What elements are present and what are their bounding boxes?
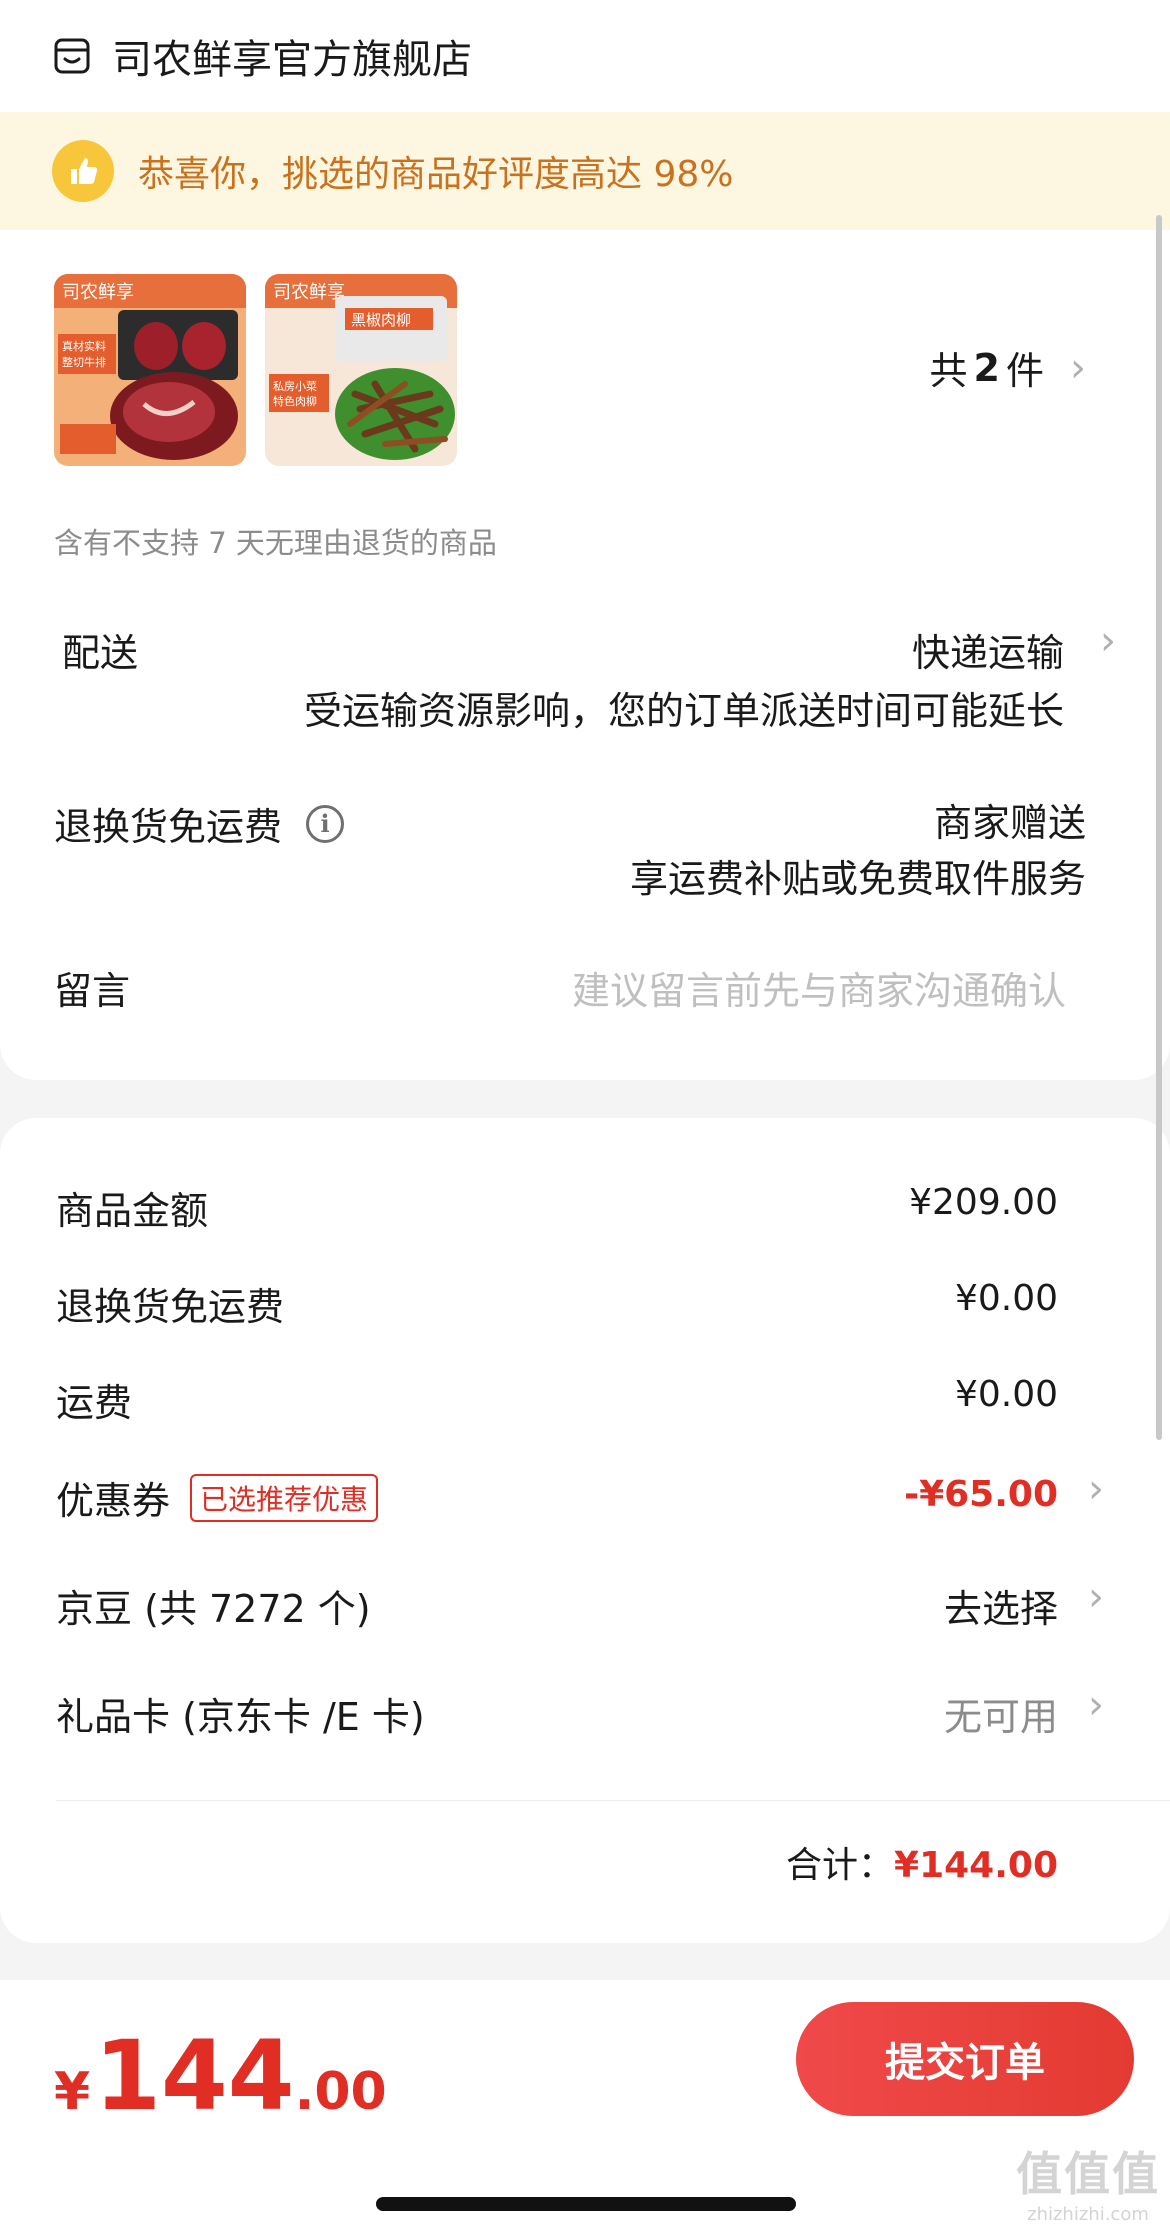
divider <box>56 1800 1170 1801</box>
pay-amount-int: 144 <box>94 2020 295 2132</box>
steak-tag-line1: 真材实料 <box>62 339 106 353</box>
gift-card-value[interactable]: 无可用 <box>944 1686 1058 1741</box>
total-value: ¥144.00 <box>894 1845 1058 1886</box>
store-name: 司农鲜享官方旗舰店 <box>112 37 472 83</box>
steak-brand-text: 司农鲜享 <box>62 282 134 302</box>
thumbs-up-icon <box>52 140 114 202</box>
message-input[interactable]: 建议留言前先与商家沟通确认 <box>572 960 1066 1015</box>
pork-brand-text: 司农鲜享 <box>273 282 345 302</box>
pay-currency: ¥ <box>54 2062 91 2122</box>
delivery-notice: 受运输资源影响，您的订单派送时间可能延长 <box>303 689 1064 733</box>
pork-title-text: 黑椒肉柳 <box>351 312 411 329</box>
chevron-right-icon: › <box>1070 344 1086 391</box>
chevron-right-icon[interactable]: › <box>1088 1682 1104 1728</box>
info-icon[interactable]: i <box>306 804 345 843</box>
coupon-value[interactable]: -¥65.00 <box>904 1474 1058 1515</box>
submit-order-button[interactable]: 提交订单 <box>796 2002 1134 2116</box>
price-summary-card: 商品金额 ¥209.00 退换货免运费 ¥0.00 运费 ¥0.00 优惠券 已… <box>0 1118 1170 1943</box>
shipping-fee-label: 运费 <box>56 1381 133 1425</box>
item-count-row[interactable]: 共 2 件 › <box>930 340 1086 395</box>
goods-amount-value: ¥209.00 <box>909 1182 1058 1223</box>
pork-tag-line1: 私房小菜 <box>273 380 317 393</box>
store-header[interactable]: 司农鲜享官方旗舰店 <box>0 0 1170 112</box>
shipping-fee-value: ¥0.00 <box>954 1374 1058 1415</box>
rating-banner: 恭喜你，挑选的商品好评度高达 98% <box>0 112 1170 230</box>
watermark-bottom: zhizhizhi.com <box>1027 2204 1149 2225</box>
steak-product-image[interactable]: 司农鲜享 真材实料 整切牛排 <box>54 274 246 466</box>
watermark-top: 值值值 <box>1016 2147 1160 2201</box>
pay-amount: ¥ 144 .00 <box>54 2020 387 2132</box>
jingdou-select[interactable]: 去选择 <box>944 1578 1058 1633</box>
rating-text: 恭喜你，挑选的商品好评度高达 98% <box>138 154 734 195</box>
coupon-label: 优惠券 <box>56 1479 171 1523</box>
delivery-method[interactable]: 快递运输 <box>912 622 1064 677</box>
return-fee-label: 退换货免运费 <box>56 1285 285 1329</box>
count-prefix: 共 <box>929 349 968 393</box>
total-row: 合计：¥144.00 <box>786 1836 1058 1888</box>
goods-amount-label: 商品金额 <box>56 1189 209 1233</box>
return-shipping-detail: 享运费补贴或免费取件服务 <box>629 857 1086 901</box>
pay-amount-dec: .00 <box>294 2062 387 2122</box>
chevron-right-icon[interactable]: › <box>1088 1574 1104 1620</box>
home-indicator[interactable] <box>376 2197 796 2211</box>
coupon-tag: 已选推荐优惠 <box>190 1473 379 1522</box>
watermark: 值值值 zhizhizhi.com <box>1016 2138 1160 2225</box>
pork-strips-product-image[interactable]: 司农鲜享 黑椒肉柳 私房小菜 特色肉柳 <box>265 274 457 466</box>
checkout-footer: ¥ 144 .00 提交订单 <box>0 1980 1170 2233</box>
coupon-row[interactable]: 优惠券 已选推荐优惠 <box>56 1470 379 1525</box>
message-label: 留言 <box>54 969 131 1013</box>
count-suffix: 件 <box>1005 349 1044 393</box>
item-count: 2 <box>973 345 1000 390</box>
return-fee-value: ¥0.00 <box>954 1278 1058 1319</box>
return-shipping-value: 商家赠送 <box>933 801 1086 845</box>
store-icon <box>52 36 92 76</box>
jingdou-label: 京豆 (共 7272 个) <box>56 1587 371 1631</box>
chevron-right-icon[interactable]: › <box>1088 1466 1104 1512</box>
return-shipping-row: 退换货免运费 i <box>54 796 345 851</box>
pork-tag-line2: 特色肉柳 <box>273 394 317 408</box>
steak-tag-line2: 整切牛排 <box>62 355 106 369</box>
no-return-notice: 含有不支持 7 天无理由退货的商品 <box>54 526 497 560</box>
chevron-right-icon[interactable]: › <box>1100 618 1116 664</box>
order-items-card: 司农鲜享 真材实料 整切牛排 司农鲜享 黑椒肉柳 私房小菜 特色肉柳 共 2 件… <box>0 230 1170 1080</box>
return-shipping-label: 退换货免运费 <box>54 805 283 849</box>
gift-card-label: 礼品卡 (京东卡 /E 卡) <box>56 1695 425 1739</box>
total-label: 合计： <box>786 1845 895 1886</box>
scrollbar[interactable] <box>1156 215 1162 1440</box>
delivery-label: 配送 <box>62 631 139 675</box>
